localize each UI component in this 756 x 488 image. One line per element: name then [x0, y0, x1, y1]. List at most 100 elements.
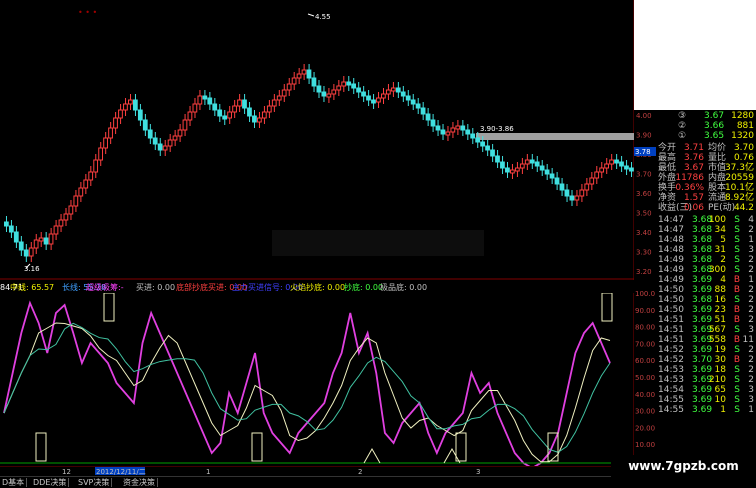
candle [311, 77, 317, 87]
price-tick: 3.60 [636, 190, 652, 198]
candle [376, 97, 381, 103]
candle [629, 167, 634, 172]
candle [589, 177, 595, 185]
quote-row: 14:55 3.69 10 S 3 [658, 395, 754, 405]
indicator-axis: 100.0 90.00 80.00 70.00 60.00 50.00 40.00 30.00… [635, 290, 655, 449]
candle [281, 89, 287, 97]
candle [609, 159, 614, 165]
candle [450, 127, 456, 133]
quote-row: 14:50 3.69 88 B 2 [658, 285, 754, 295]
candle [247, 107, 252, 117]
candle [470, 133, 476, 139]
candle [261, 111, 267, 119]
quote-row: 换手 0.36% 股本 10.1亿 [658, 183, 754, 193]
candle [291, 77, 297, 85]
candle [142, 119, 148, 131]
candle [599, 167, 605, 173]
indicator-label: 中线: 65.57 [10, 283, 55, 292]
quote-row: 净资 1.57 流通 8.92亿 [658, 193, 754, 203]
candle [579, 189, 585, 197]
candle [182, 119, 188, 131]
dots-marker: • • • [78, 8, 97, 17]
candle [78, 187, 84, 197]
candle [395, 87, 401, 93]
quote-row: 收益(三) 0.06 PE(动) 44.2 [658, 203, 754, 213]
indicator-label: 超级吸筹:- [86, 283, 124, 292]
time-label: 2012/12/11/二 [96, 468, 146, 476]
quote-row: 14:50 3.69 23 B 2 [658, 305, 754, 315]
range-bar [476, 133, 634, 140]
candle [237, 99, 242, 107]
candle [152, 137, 158, 145]
candle [564, 189, 570, 197]
candle [113, 117, 118, 129]
bottom-tab[interactable]: D基本 [0, 478, 28, 487]
candle [207, 97, 213, 105]
quote-row: 14:54 3.69 65 S 3 [658, 385, 754, 395]
quote-row: 14:48 3.68 31 S 3 [658, 245, 754, 255]
time-label: 1 [206, 468, 210, 476]
candle [614, 159, 619, 164]
candle [425, 113, 431, 121]
bottom-tab[interactable]: DDE决策 [31, 478, 70, 487]
candle [485, 145, 490, 151]
candle [48, 233, 54, 245]
indicator-tick: 40.00 [635, 391, 655, 399]
quote-row: 14:51 3.69 51 B 2 [658, 315, 754, 325]
candle [286, 83, 292, 91]
price-tick: 4.00 [636, 112, 652, 120]
price-tick: 3.50 [636, 210, 652, 218]
candle [132, 99, 138, 111]
bottom-tab[interactable]: SVP决策 [76, 478, 113, 487]
indicator-tick: 80.00 [635, 324, 655, 332]
candle [420, 107, 426, 115]
candle [172, 135, 178, 141]
low-label: 3.16 [24, 265, 40, 273]
bottom-tab[interactable]: 资金决策 [121, 478, 158, 487]
candle [460, 125, 466, 131]
candle [73, 195, 79, 207]
candle [331, 89, 337, 95]
candle [217, 109, 223, 117]
candle [43, 237, 49, 245]
candle [83, 179, 89, 189]
indicator-label: 极品底: 0.00 [380, 283, 428, 292]
candle [118, 109, 123, 119]
candle [361, 91, 366, 97]
candle [192, 103, 198, 113]
candle [559, 183, 565, 191]
candle [4, 221, 9, 227]
candle [63, 213, 69, 221]
candle [490, 149, 495, 157]
quote-row: 14:48 3.68 5 S 1 [658, 235, 754, 245]
quote-row: 14:51 3.69 558 B 11 [658, 335, 754, 345]
quote-row: 14:52 3.69 19 S 2 [658, 345, 754, 355]
candle [594, 171, 600, 179]
current-price-tag: 3.78 [635, 148, 651, 156]
quote-row: 14:53 3.69 18 S 2 [658, 365, 754, 375]
candle [584, 183, 590, 191]
range-label: 3.90-3.86 [480, 125, 514, 133]
indicator-tick: 70.00 [635, 340, 655, 348]
quote-row: 外盘 11786 内盘 20559 [658, 173, 754, 183]
candlestick-chart[interactable]: 3.90-3.86 4.55 3.16 • • • [0, 0, 634, 280]
price-tick: 3.40 [636, 229, 652, 237]
time-label: 2 [358, 468, 362, 476]
candle [455, 125, 461, 130]
candle [624, 165, 629, 170]
candle [465, 129, 471, 135]
info-box [272, 230, 484, 256]
candle [619, 161, 624, 167]
candle [187, 111, 193, 121]
time-label: 3 [476, 468, 480, 476]
quote-row: 14:52 3.70 30 B 2 [658, 355, 754, 365]
indicator-tick: 50.00 [635, 374, 655, 382]
candle [321, 91, 327, 97]
candle [500, 161, 505, 169]
candle [28, 247, 34, 257]
quote-row: 14:47 3.68 34 S 2 [658, 225, 754, 235]
indicator-chart[interactable] [0, 293, 634, 475]
candle [569, 195, 575, 201]
candle [301, 69, 307, 75]
candle [410, 99, 416, 105]
